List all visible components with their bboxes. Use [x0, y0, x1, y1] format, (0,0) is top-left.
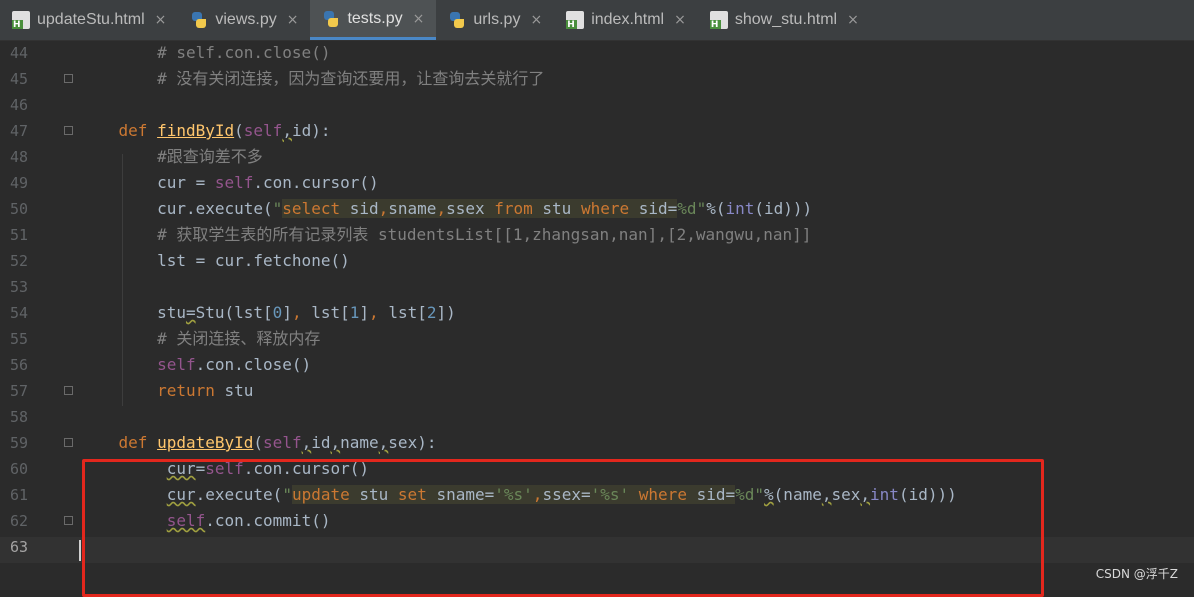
code-line: 50 cur.execute("select sid,sname,ssex fr… — [0, 196, 1194, 222]
tab-label: views.py — [215, 11, 277, 28]
line-number: 57 — [9, 382, 28, 400]
text-caret — [79, 540, 81, 561]
line-code: #跟查询差不多 — [80, 147, 263, 166]
line-number: 54 — [9, 304, 28, 322]
html-file-icon — [12, 11, 30, 30]
line-number: 50 — [9, 200, 28, 218]
html-file-icon — [566, 11, 585, 30]
code-line: 47 def findById(self,id): — [0, 118, 1194, 144]
watermark: CSDN @浮千Z — [1095, 567, 1178, 581]
line-number: 61 — [9, 486, 28, 504]
line-number: 47 — [9, 122, 28, 140]
tab-index-html[interactable]: index.html × — [554, 0, 698, 40]
code-line: 59 def updateById(self,id,name,sex): — [0, 430, 1194, 456]
code-line: 55 # 关闭连接、释放内存 — [0, 326, 1194, 352]
close-icon[interactable]: × — [530, 12, 542, 28]
line-number: 58 — [9, 408, 28, 426]
close-icon[interactable]: × — [413, 11, 425, 27]
code-line: 51 # 获取学生表的所有记录列表 studentsList[[1,zhangs… — [0, 222, 1194, 248]
tab-show-stu-html[interactable]: show_stu.html × — [698, 0, 871, 40]
python-file-icon — [322, 10, 340, 28]
tab-tests-py[interactable]: tests.py × — [310, 0, 437, 40]
line-number: 46 — [9, 96, 28, 114]
line-number: 55 — [9, 330, 28, 348]
line-number: 44 — [9, 44, 28, 62]
code-line: 48 #跟查询差不多 — [0, 144, 1194, 170]
python-file-icon — [448, 11, 466, 29]
code-line: 49 cur = self.con.cursor() — [0, 170, 1194, 196]
line-number: 60 — [9, 460, 28, 478]
line-code: # 没有关闭连接，因为查询还要用，让查询去关就行了 — [80, 69, 545, 88]
line-code: self.con.close() — [157, 355, 312, 374]
code-line: 52 lst = cur.fetchone() — [0, 248, 1194, 274]
code-line: 56 self.con.close() — [0, 352, 1194, 378]
line-code: return stu — [157, 381, 254, 400]
editor-tab-bar: updateStu.html × views.py × tests.py × u… — [0, 0, 1194, 41]
tab-urls-py[interactable]: urls.py × — [436, 0, 554, 40]
code-line: 46 — [0, 92, 1194, 118]
close-icon[interactable]: × — [847, 12, 859, 28]
line-code: def findById(self,id): — [118, 121, 331, 140]
line-number: 62 — [9, 512, 28, 530]
close-icon[interactable]: × — [155, 12, 167, 28]
line-number: 63 — [9, 538, 28, 556]
code-line: 44 # self.con.close() — [0, 40, 1194, 66]
line-code: cur = self.con.cursor() — [80, 173, 379, 192]
line-code: lst = cur.fetchone() — [80, 251, 350, 270]
tab-label: show_stu.html — [734, 11, 838, 28]
tab-label: tests.py — [347, 9, 403, 27]
tab-label: updateStu.html — [37, 11, 145, 28]
line-number: 53 — [9, 278, 28, 296]
highlight-box — [82, 459, 1044, 597]
close-icon[interactable]: × — [287, 12, 299, 28]
code-line: 54 stu=Stu(lst[0], lst[1], lst[2]) — [0, 300, 1194, 326]
line-number: 48 — [9, 148, 28, 166]
line-code: stu=Stu(lst[0], lst[1], lst[2]) — [80, 303, 456, 322]
code-line: 53 — [0, 274, 1194, 300]
line-code: def updateById(self,id,name,sex): — [118, 433, 437, 452]
python-file-icon — [190, 11, 208, 29]
line-code: # 获取学生表的所有记录列表 studentsList[[1,zhangsan,… — [80, 225, 812, 244]
line-number: 45 — [9, 70, 28, 88]
line-code: # 关闭连接、释放内存 — [80, 329, 321, 348]
tab-label: index.html — [591, 11, 665, 28]
line-number: 49 — [9, 174, 28, 192]
tab-views-py[interactable]: views.py × — [178, 0, 310, 40]
line-number: 52 — [9, 252, 28, 270]
tab-label: urls.py — [473, 11, 521, 28]
code-line: 45 # 没有关闭连接，因为查询还要用，让查询去关就行了 — [0, 66, 1194, 92]
line-number: 51 — [9, 226, 28, 244]
close-icon[interactable]: × — [674, 12, 686, 28]
line-code: # self.con.close() — [80, 43, 331, 62]
line-number: 56 — [9, 356, 28, 374]
code-line: 57 return stu — [0, 378, 1194, 404]
code-line: 58 — [0, 404, 1194, 430]
code-editor[interactable]: 44 # self.con.close() 45 # 没有关闭连接，因为查询还要… — [0, 40, 1194, 597]
tab-updatestu-html[interactable]: updateStu.html × — [0, 0, 178, 40]
line-code: cur.execute("select sid,sname,ssex from … — [80, 199, 813, 218]
line-number: 59 — [9, 434, 28, 452]
html-file-icon — [709, 11, 728, 30]
